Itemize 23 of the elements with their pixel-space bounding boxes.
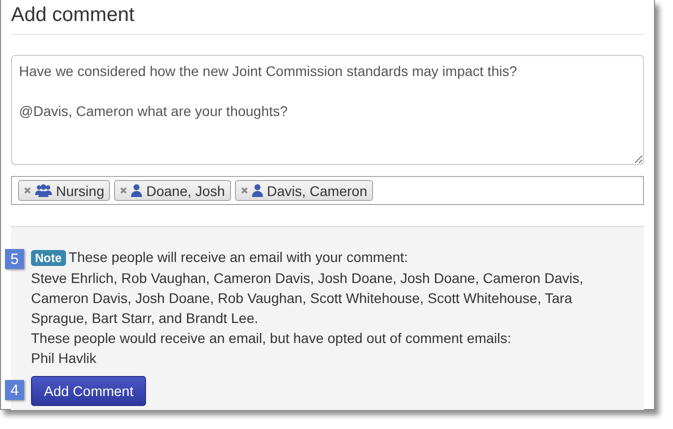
recipient-list: Steve Ehrlich, Rob Vaughan, Cameron Davis, Josh Doane, Josh Doane, Cameron Davis, Cameron Davis, Josh Doane, Rob Vaughan, Scott Whitehouse, Scott Whitehouse, Tara Sprague, Bart Starr, and Brandt Lee. [31, 268, 587, 328]
remove-icon[interactable] [240, 187, 248, 194]
tag-label: Nursing [56, 182, 104, 198]
recipient-tag[interactable]: Nursing [18, 180, 110, 201]
notice-heading: These people will receive an email with your comment: [68, 249, 408, 265]
remove-icon[interactable] [120, 187, 128, 194]
note-label: Note [31, 250, 66, 266]
step-callout: 4 [5, 380, 24, 400]
opted-out-heading: These people would receive an email, but have opted out of comment emails: [31, 329, 512, 348]
recipient-tag[interactable]: Davis, Cameron [234, 180, 374, 201]
recipient-tag[interactable]: Doane, Josh [114, 180, 231, 201]
person-icon [252, 184, 263, 197]
group-icon [35, 184, 52, 197]
opted-out-list: Phil Havlik [31, 348, 624, 368]
dialog-title: Add comment [11, 0, 644, 35]
person-icon [131, 184, 142, 197]
recipients-field[interactable]: Nursing Doane, Josh Davis, Cameron [11, 176, 644, 205]
step-callout: 5 [5, 249, 24, 269]
add-comment-button[interactable]: Add Comment [31, 376, 146, 406]
tag-label: Doane, Josh [146, 182, 225, 198]
remove-icon[interactable] [24, 187, 31, 194]
tag-label: Davis, Cameron [266, 182, 368, 198]
comment-field[interactable]: Have we considered how the new Joint Commission standards may impact this? @Davis, Cameron what are your thoughts? [11, 55, 644, 165]
